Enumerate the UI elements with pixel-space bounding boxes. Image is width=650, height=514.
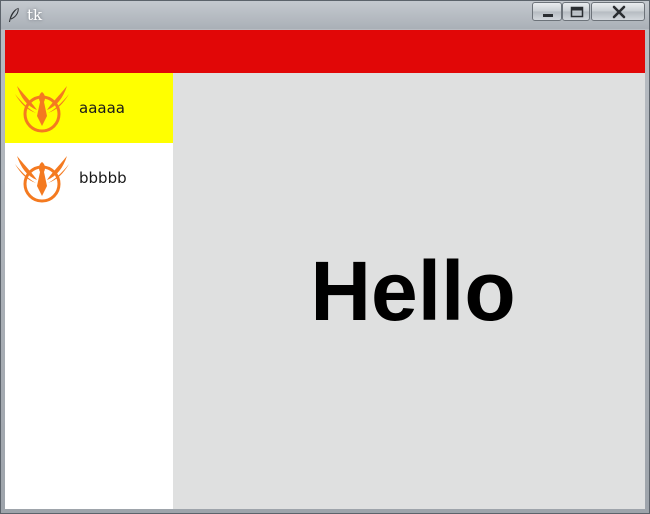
app-window: tk aaaaa bbbbb Hello [0, 0, 650, 514]
sidebar-item-bbbbb[interactable]: bbbbb [5, 143, 173, 213]
top-red-bar [5, 30, 645, 73]
sidebar: aaaaa bbbbb [5, 73, 173, 509]
sidebar-item-aaaaa[interactable]: aaaaa [5, 73, 173, 143]
window-title: tk [27, 6, 43, 24]
minimize-button[interactable] [532, 2, 562, 21]
phoenix-logo-icon [15, 156, 69, 203]
title-bar[interactable]: tk [1, 1, 649, 29]
feather-icon [9, 7, 19, 22]
minimize-icon [543, 14, 553, 17]
close-button[interactable] [591, 2, 645, 21]
maximize-button[interactable] [562, 2, 590, 21]
maximize-icon [570, 6, 584, 18]
sidebar-item-label: aaaaa [79, 99, 125, 117]
sidebar-item-label: bbbbb [79, 169, 127, 187]
phoenix-logo-icon [15, 86, 69, 133]
hello-text: Hello [310, 244, 516, 338]
client-area: aaaaa bbbbb Hello [5, 30, 645, 509]
close-icon [612, 5, 626, 19]
main-content: Hello [173, 73, 645, 509]
